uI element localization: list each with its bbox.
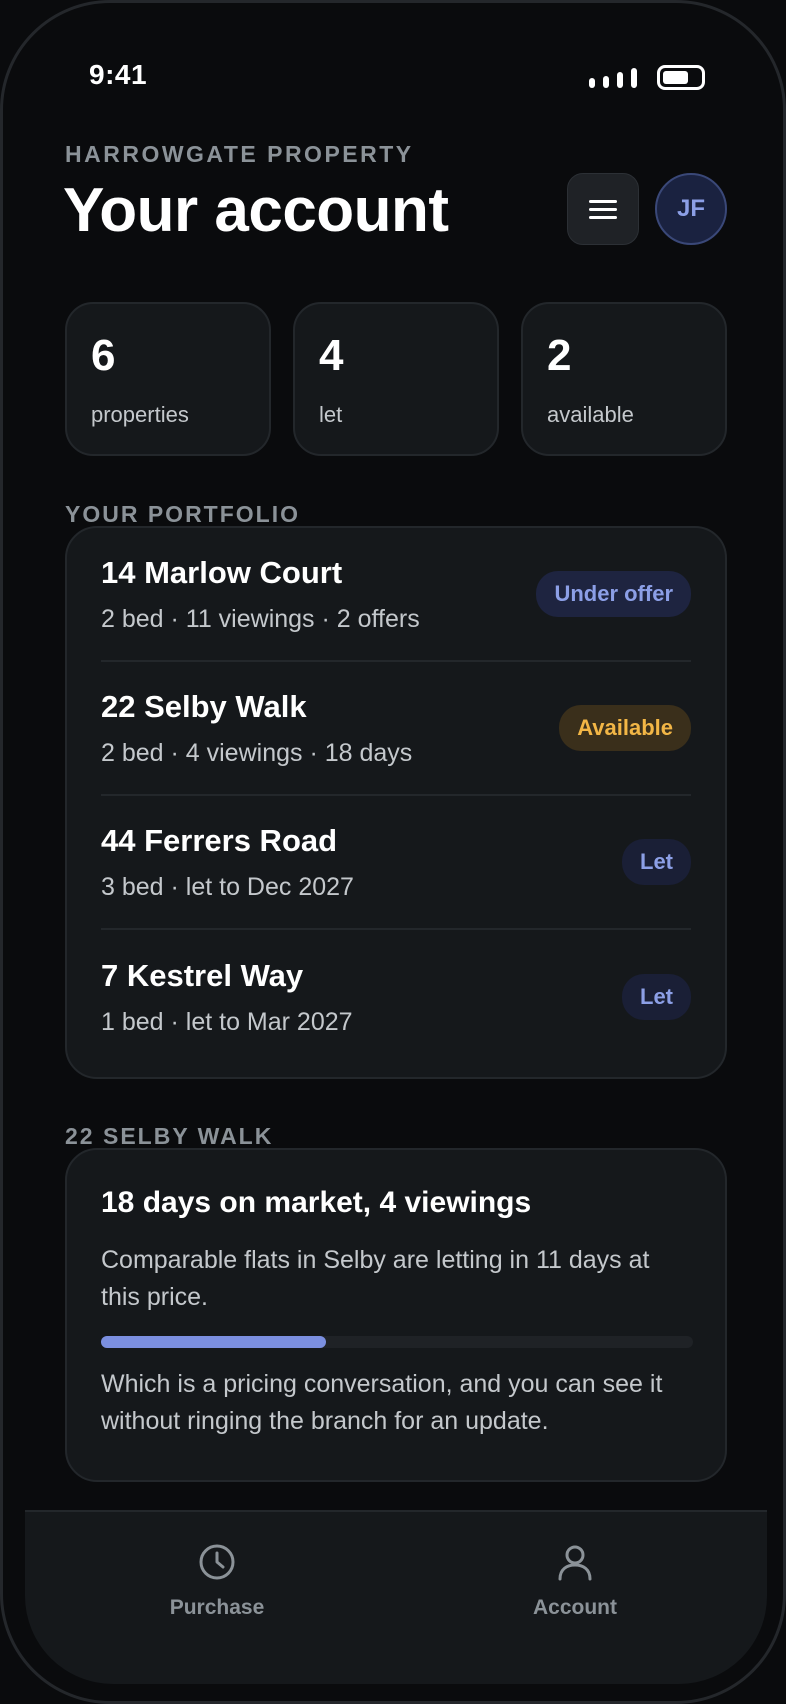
status-badge: Let [622,839,691,885]
property-row[interactable]: 22 Selby Walk 2 bed · 4 viewings · 18 da… [101,662,691,796]
property-name: 22 Selby Walk [101,688,307,724]
tab-purchase[interactable]: Purchase [117,1542,317,1620]
person-icon [558,1545,592,1581]
status-icons [589,65,705,90]
page-title: Your account [63,176,449,245]
brand-eyebrow: HARROWGATE PROPERTY [65,141,414,167]
property-row[interactable]: 7 Kestrel Way 1 bed · let to Mar 2027 Le… [101,930,691,1064]
avatar[interactable]: JF [655,173,727,245]
status-badge: Let [622,974,691,1020]
stat-label: let [319,402,343,427]
tab-account[interactable]: Account [475,1542,675,1620]
property-name: 7 Kestrel Way [101,957,304,993]
insight-title: 18 days on market, 4 viewings [101,1186,532,1219]
stat-value: 2 [547,331,572,380]
stat-value: 4 [319,331,344,380]
insight-footer: Which is a pricing conversation, and you… [101,1370,663,1435]
stat-label: available [547,402,634,427]
portfolio-section-label: YOUR PORTFOLIO [65,501,300,527]
property-meta: 1 bed · let to Mar 2027 [101,1007,353,1036]
property-row[interactable]: 14 Marlow Court 2 bed · 11 viewings · 2 … [101,528,691,662]
stat-label: properties [91,402,189,427]
progress-track [101,1336,693,1348]
stat-value: 6 [91,331,116,380]
battery-icon [657,65,705,90]
tab-label: Account [533,1596,617,1619]
clock-icon [199,1544,235,1580]
status-badge: Available [559,705,691,751]
progress-bar [101,1336,326,1348]
stat-card-properties: 6 properties [65,302,271,456]
signal-icon [589,67,637,88]
property-meta: 2 bed · 11 viewings · 2 offers [101,604,420,633]
property-name: 44 Ferrers Road [101,822,338,858]
portfolio-list: 14 Marlow Court 2 bed · 11 viewings · 2 … [65,526,727,1079]
status-time: 9:41 [89,59,148,90]
hamburger-menu-icon[interactable] [567,173,639,245]
property-row[interactable]: 44 Ferrers Road 3 bed · let to Dec 2027 … [101,796,691,930]
tab-label: Purchase [169,1596,265,1619]
property-meta: 2 bed · 4 viewings · 18 days [101,738,413,767]
tab-bar: Purchase Account [25,1510,767,1684]
insight-card: 18 days on market, 4 viewings Comparable… [65,1148,727,1482]
stat-card-available: 2 available [521,302,727,456]
insight-body: Comparable flats in Selby are letting in… [101,1246,650,1311]
phone-frame: 9:41 HARROWGATE PROPERTY Your account JF… [0,0,786,1704]
property-name: 14 Marlow Court [101,554,343,590]
stat-card-let: 4 let [293,302,499,456]
insight-section-label: 22 SELBY WALK [65,1123,274,1149]
property-meta: 3 bed · let to Dec 2027 [101,872,354,901]
status-badge: Under offer [536,571,691,617]
